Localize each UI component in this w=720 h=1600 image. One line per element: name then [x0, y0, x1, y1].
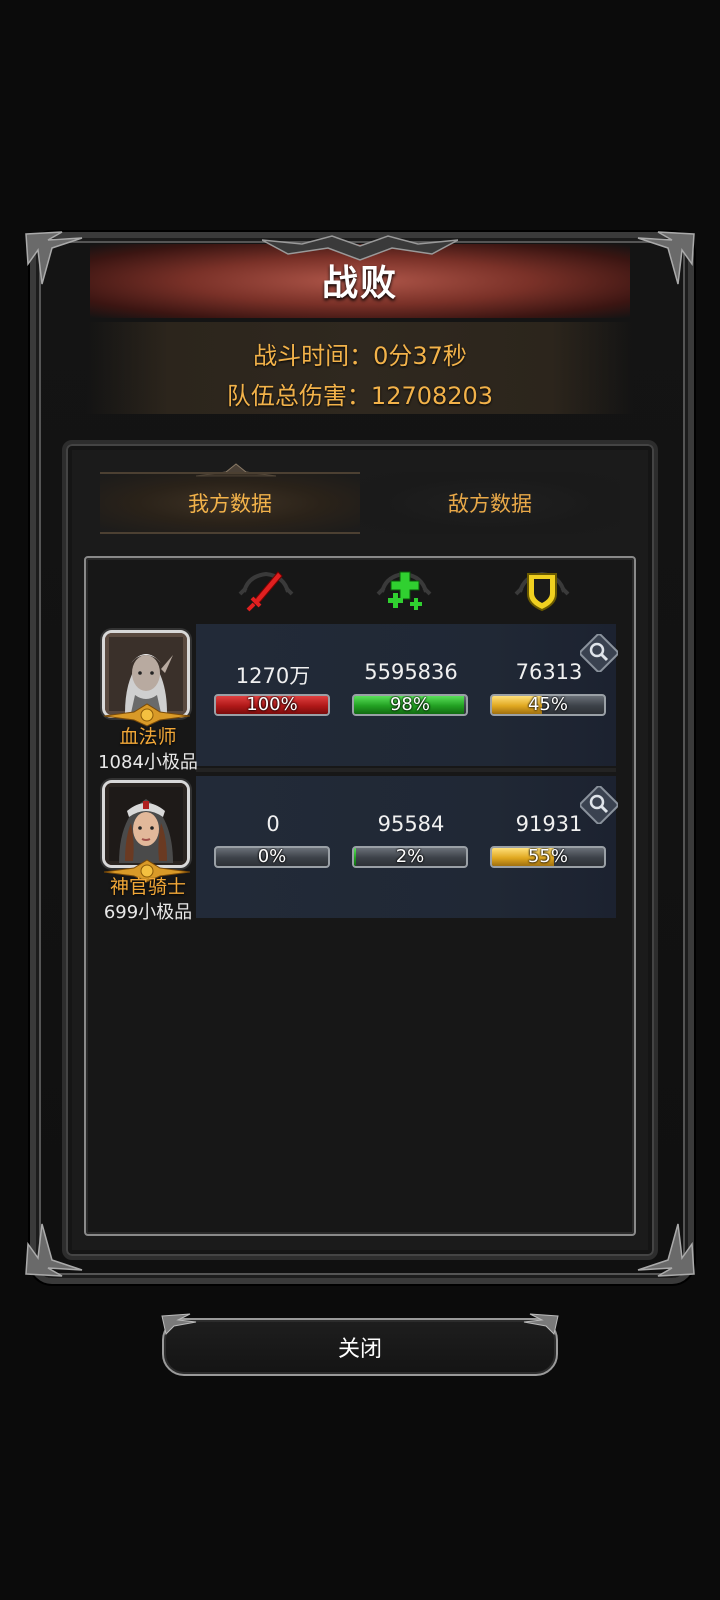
tanked-percent-bar: 55%	[490, 846, 606, 868]
tab-enemy-data[interactable]: 敌方数据	[360, 472, 620, 534]
hero-avatar-priest-knight[interactable]	[102, 780, 190, 868]
battle-result-screen: 战败 战斗时间：0分37秒 队伍总伤害：12708203 我方数据 敌方数据 血…	[0, 0, 720, 1600]
dialog-title: 战败	[321, 263, 398, 304]
damage-percent-bar: 100%	[214, 694, 330, 716]
tab-our-data[interactable]: 我方数据	[100, 472, 360, 534]
healing-value: 95584	[377, 812, 445, 836]
damage-percent-label: 0%	[257, 846, 287, 867]
tanked-percent-bar: 45%	[490, 694, 606, 716]
sword-damage-icon	[238, 571, 294, 612]
team-damage-text: 队伍总伤害：12708203	[226, 382, 494, 410]
healing-percent-bar: 2%	[352, 846, 468, 868]
shield-tank-icon	[514, 571, 570, 612]
hero-name: 血法师	[119, 726, 177, 748]
tanked-percent-label: 55%	[527, 846, 568, 867]
healing-cross-icon	[376, 571, 432, 610]
damage-percent-bar: 0%	[214, 846, 330, 868]
healing-percent-label: 2%	[395, 846, 425, 867]
magnify-detail-icon[interactable]	[580, 786, 618, 824]
magnify-detail-icon[interactable]	[580, 634, 618, 672]
hero-grade: 699小极品	[103, 902, 193, 923]
damage-value: 0	[266, 812, 280, 836]
button-ornament	[523, 1313, 559, 1335]
damage-percent-label: 100%	[246, 694, 298, 715]
hero-grade: 1084小极品	[98, 752, 198, 773]
healing-percent-label: 98%	[389, 694, 430, 715]
damage-value: 1270万	[235, 664, 311, 688]
button-ornament	[161, 1313, 197, 1335]
tanked-percent-label: 45%	[527, 694, 568, 715]
row-divider	[196, 768, 616, 772]
hero-name: 神官骑士	[109, 876, 186, 898]
battle-time-text: 战斗时间：0分37秒	[253, 342, 467, 370]
close-button[interactable]: 关闭	[162, 1318, 558, 1376]
healing-value: 5595836	[364, 660, 458, 684]
healing-percent-bar: 98%	[352, 694, 468, 716]
